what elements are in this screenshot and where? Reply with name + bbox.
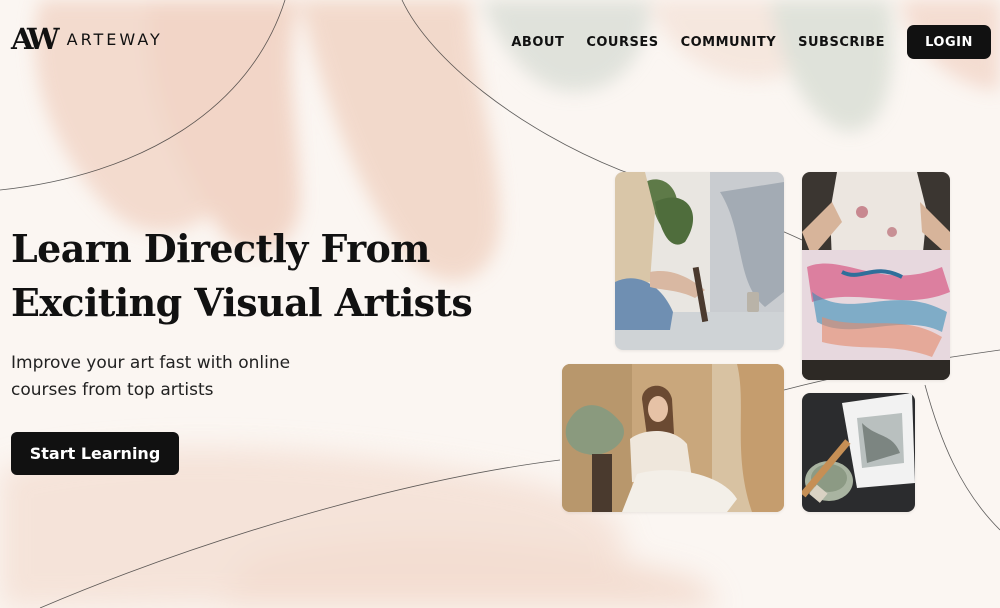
photo-artist-painting-floor xyxy=(615,172,784,350)
main-nav: ABOUT COURSES COMMUNITY SUBSCRIBE LOGIN xyxy=(511,25,991,59)
nav-link-subscribe[interactable]: SUBSCRIBE xyxy=(798,35,885,50)
nav-link-courses[interactable]: COURSES xyxy=(586,35,658,50)
photo-artist-painting-canvas xyxy=(802,172,950,380)
hero-title-line: Exciting Visual Artists xyxy=(11,280,473,325)
brand-name: ARTEWAY xyxy=(66,30,163,49)
photo-paint-and-brush xyxy=(802,393,915,512)
hero-title-line: Learn Directly From xyxy=(11,226,431,271)
hero-subtitle-line: courses from top artists xyxy=(11,380,214,400)
logo-mark: AW xyxy=(11,22,60,56)
start-learning-button[interactable]: Start Learning xyxy=(11,432,179,475)
brand-logo[interactable]: AW ARTEWAY xyxy=(11,25,163,54)
hero-subtitle-line: Improve your art fast with online xyxy=(11,353,291,373)
login-button[interactable]: LOGIN xyxy=(907,25,991,59)
hero-title: Learn Directly From Exciting Visual Arti… xyxy=(11,222,473,330)
photo-artist-portrait-studio xyxy=(562,364,784,512)
nav-link-about[interactable]: ABOUT xyxy=(511,35,564,50)
hero-subtitle: Improve your art fast with online course… xyxy=(11,350,341,404)
nav-link-community[interactable]: COMMUNITY xyxy=(681,35,777,50)
